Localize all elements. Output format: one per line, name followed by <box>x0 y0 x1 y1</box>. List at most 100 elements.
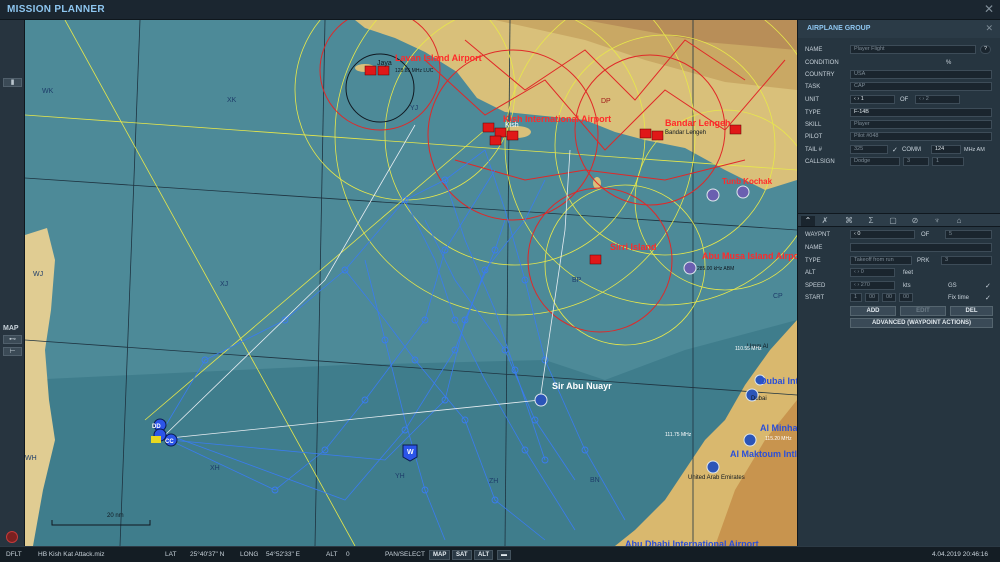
satellite-mode-button[interactable]: SAT <box>452 550 472 560</box>
tab-route-icon[interactable]: ⌃ <box>801 216 815 226</box>
waypoint-name-field[interactable] <box>850 243 992 252</box>
grid-label: WH <box>25 455 37 462</box>
grid-label: WK <box>42 88 54 95</box>
camera-icon[interactable]: ▬ <box>497 550 511 560</box>
comm-frequency-field[interactable]: 124 <box>931 145 961 154</box>
map-canvas[interactable]: WK XK WJ XJ WH XH YH ZH BN BP CP DP YJ L… <box>25 20 797 546</box>
svg-text:128.85 MHz LUC: 128.85 MHz LUC <box>395 68 434 74</box>
help-icon[interactable]: ? <box>980 45 991 54</box>
tab-summary-icon[interactable]: Σ <box>864 216 878 226</box>
tab-targets-icon[interactable]: ⌘ <box>842 216 856 226</box>
map-measure-button[interactable]: ⊢ <box>3 347 22 356</box>
altitude-value: 0 <box>346 551 350 558</box>
type-row: TYPE F-14B <box>805 108 995 118</box>
svg-text:United Arab Emirates: United Arab Emirates <box>688 475 745 481</box>
waypoint-row: WAYPNT ‹ 0 OF 5 <box>805 230 995 240</box>
pilot-field[interactable]: Pilot #048 <box>850 132 992 141</box>
tab-triggered-icon[interactable]: ✗ <box>818 216 832 226</box>
waypoint-type-label: TYPE <box>805 258 821 264</box>
unit-stepper[interactable]: ‹ › 1 <box>850 95 895 104</box>
pan-select-label: PAN/SELECT <box>385 551 425 558</box>
tail-number-field[interactable]: 325 <box>850 145 888 154</box>
condition-row: CONDITION % <box>805 58 995 68</box>
unit-of-stepper[interactable]: ‹ › 2 <box>915 95 960 104</box>
waypoint-type-select[interactable]: Takeoff from run <box>850 256 912 265</box>
start-minute-field[interactable]: 00 <box>882 293 896 302</box>
airfield-label: Lavan Island Airport <box>395 53 482 63</box>
grid-label: XK <box>227 97 237 104</box>
waypoint-stepper[interactable]: ‹ 0 <box>850 230 915 239</box>
callsign-row: CALLSIGN Dodge 3 1 <box>805 157 995 167</box>
start-hour-field[interactable]: 00 <box>865 293 879 302</box>
map-mode-button[interactable]: MAP <box>429 550 451 560</box>
close-icon[interactable]: ✕ <box>984 2 994 16</box>
unit-row: UNIT ‹ › 1 OF ‹ › 2 <box>805 95 995 105</box>
toolbar-toggle-button[interactable]: ▮ <box>3 78 22 87</box>
speed-unit: kts <box>903 283 911 289</box>
callsign-select[interactable]: Dodge <box>850 157 900 166</box>
panel-header: AIRPLANE GROUP ✕ <box>798 20 1000 38</box>
svg-text:Jaya: Jaya <box>377 60 392 67</box>
airfield-label: Al Minhad AB <box>760 423 797 433</box>
svg-text:285.00 kHz ABM: 285.00 kHz ABM <box>697 266 734 272</box>
group-name-field[interactable]: Player Flight <box>850 45 976 54</box>
airfield-label: Sir Abu Nuayr <box>552 381 612 391</box>
callsign-number-2[interactable]: 1 <box>932 157 964 166</box>
map-ruler-button[interactable]: ⊷ <box>3 335 22 344</box>
airfield-label: Tunb Kochak <box>722 177 773 186</box>
start-second-field[interactable]: 00 <box>899 293 913 302</box>
altitude-unit: feet <box>903 270 914 276</box>
task-select[interactable]: CAP <box>850 82 992 91</box>
tab-failures-icon[interactable]: ⊘ <box>908 216 922 226</box>
map-label: MAP <box>3 325 19 332</box>
condition-unit: % <box>946 60 952 66</box>
grid-label: CP <box>773 293 783 300</box>
speed-stepper[interactable]: ‹ › 270 <box>850 281 895 290</box>
comm-unit: MHz AM <box>964 147 985 153</box>
comm-checkbox[interactable]: ✓ <box>892 146 898 154</box>
red-coalition-icon[interactable] <box>6 531 18 543</box>
tab-radio-icon[interactable]: ♆ <box>930 216 944 226</box>
edit-waypoint-button[interactable]: EDIT <box>900 306 946 316</box>
start-day-field[interactable]: 1 <box>850 293 862 302</box>
app-title: MISSION PLANNER <box>7 4 105 15</box>
svg-text:115.20 MHz: 115.20 MHz <box>765 436 792 442</box>
parking-label: PRK <box>917 258 930 264</box>
svg-text:Dubai: Dubai <box>751 396 767 402</box>
country-select[interactable]: USA <box>850 70 992 79</box>
svg-text:110.55 MHz: 110.55 MHz <box>735 346 762 352</box>
parking-select[interactable]: 3 <box>941 256 992 265</box>
gs-checkbox[interactable]: ✓ <box>985 282 991 290</box>
airfield-label: Al Maktoum Intl <box>730 449 797 459</box>
unit-value: 1 <box>860 96 864 102</box>
grid-label: BP <box>572 277 582 284</box>
type-select[interactable]: F-14B <box>850 108 992 117</box>
advanced-waypoint-actions-button[interactable]: ADVANCED (WAYPOINT ACTIONS) <box>850 318 993 328</box>
profile-label: DFLT <box>6 551 22 558</box>
longitude-value: 54°52'33" E <box>266 551 300 558</box>
delete-waypoint-button[interactable]: DEL <box>950 306 993 316</box>
status-bar: DFLT HB Kish Kat Attack.miz LAT 25°40'37… <box>0 546 1000 562</box>
pilot-label: PILOT <box>805 134 823 140</box>
skill-select[interactable]: Player <box>850 120 992 129</box>
altitude-mode-button[interactable]: ALT <box>474 550 494 560</box>
callsign-number-1[interactable]: 3 <box>903 157 929 166</box>
left-toolbar: ▮ MAP ⊷ ⊢ <box>0 20 25 546</box>
panel-close-icon[interactable]: ✕ <box>985 23 993 34</box>
map-view[interactable]: WK XK WJ XJ WH XH YH ZH BN BP CP DP YJ L… <box>25 20 797 546</box>
tab-payload-icon[interactable]: ▢ <box>886 216 900 226</box>
altitude-stepper[interactable]: ‹ › 0 <box>850 268 895 277</box>
tail-row: TAIL # 325 ✓ COMM 124 MHz AM <box>805 145 995 155</box>
title-bar: MISSION PLANNER ✕ <box>0 0 1000 20</box>
fix-time-checkbox[interactable]: ✓ <box>985 294 991 302</box>
add-waypoint-button[interactable]: ADD <box>850 306 896 316</box>
group-tabs: ⌃ ✗ ⌘ Σ ▢ ⊘ ♆ ⌂ <box>798 213 1000 227</box>
waypoint-speed-row: SPEED ‹ › 270 kts GS ✓ <box>805 281 995 291</box>
pilot-row: PILOT Pilot #048 <box>805 132 995 142</box>
skill-row: SKILL Player <box>805 120 995 130</box>
grid-label: XH <box>210 465 220 472</box>
unit-of-value: 2 <box>925 96 929 102</box>
tab-livery-icon[interactable]: ⌂ <box>952 216 966 226</box>
waypoint-type-row: TYPE Takeoff from run PRK 3 <box>805 256 995 266</box>
waypoint-start-row: START 1 00 00 00 Fix time ✓ <box>805 293 995 303</box>
